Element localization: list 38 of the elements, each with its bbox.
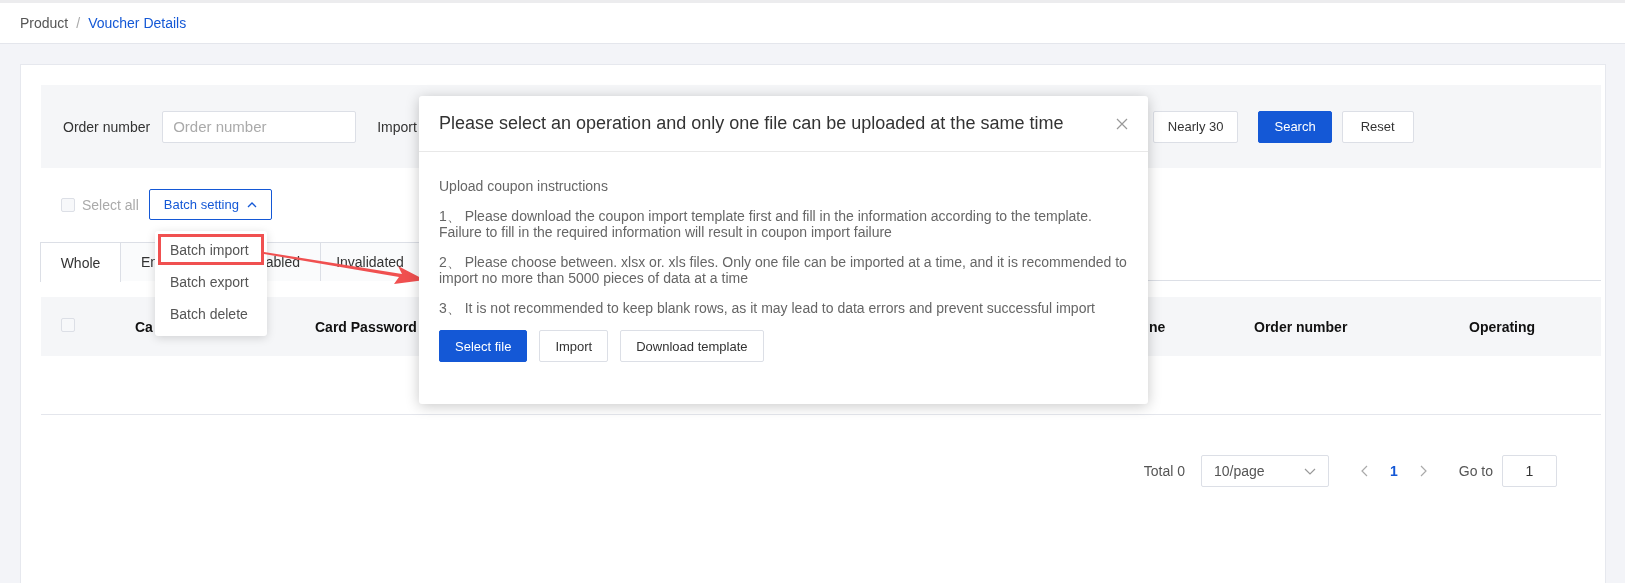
dialog-title: Please select an operation and only one file can be uploaded at the same time	[439, 113, 1064, 134]
menu-item[interactable]: Batch delete	[158, 298, 264, 329]
instructions-heading: Upload coupon instructions	[439, 178, 609, 194]
page-number[interactable]: 1	[1389, 463, 1398, 479]
checkbox[interactable]	[61, 197, 75, 212]
breadcrumb-separator: /	[76, 15, 81, 31]
goto-label: Go to	[1458, 463, 1493, 479]
order-number-field[interactable]: Order number	[162, 110, 357, 143]
checkbox[interactable]	[61, 318, 75, 332]
breadcrumb-item[interactable]: Voucher Details	[88, 15, 187, 31]
instruction-text: 3、 It is not recommended to keep blank rows, as it may lead to data errors and prevent successful import	[439, 300, 1096, 316]
search-button[interactable]: Search	[1258, 110, 1332, 143]
reset-button[interactable]: Reset	[1341, 110, 1414, 143]
breadcrumb-item[interactable]: Product	[20, 15, 69, 31]
column-header: Card Password	[315, 318, 417, 335]
chevron-down-icon	[1303, 467, 1316, 475]
field-label: Import	[377, 118, 417, 135]
dialog-button[interactable]: Import	[539, 330, 609, 362]
column-header: ne	[1149, 318, 1166, 335]
chevron-left-icon[interactable]	[1360, 465, 1368, 477]
column-header: Order number	[1254, 318, 1348, 335]
dialog-button[interactable]: Download template	[620, 330, 764, 362]
close-icon[interactable]	[1116, 117, 1128, 130]
field-label: Order number	[63, 118, 151, 135]
batch-setting-button[interactable]: Batch setting	[148, 189, 272, 220]
goto-page-field[interactable]: 1	[1502, 455, 1557, 487]
column-header: Ca	[135, 318, 153, 335]
tab[interactable]: Whole	[40, 242, 121, 282]
chevron-right-icon[interactable]	[1419, 465, 1427, 477]
total-count: Total 0	[1143, 463, 1185, 479]
instruction-text: 1、 Please download the coupon import template first and fill in the information according to the template. Failure to fill in the required information will result in coupon import failure	[439, 208, 1093, 240]
instruction-text: 2、 Please choose between. xlsx or. xls files. Only one file can be imported at a time, and it is recommended to import no more than 5000 pieces of data at a time	[439, 254, 1128, 286]
page-size-select[interactable]: 10/page	[1200, 455, 1329, 487]
checkbox-label: Select all	[82, 196, 139, 213]
date-range-button[interactable]: Nearly 30	[1152, 110, 1239, 143]
column-header: Operating	[1469, 318, 1536, 335]
menu-item[interactable]: Batch import	[158, 234, 264, 265]
dialog-button[interactable]: Select file	[439, 330, 528, 362]
